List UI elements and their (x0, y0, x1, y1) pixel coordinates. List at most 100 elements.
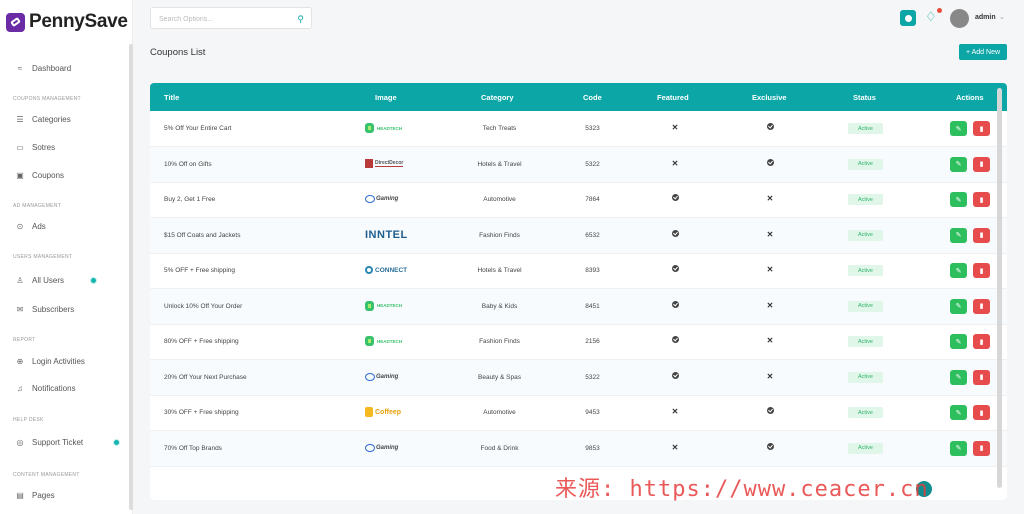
brand-logo: HEADTECH (365, 300, 403, 311)
check-icon (671, 371, 679, 379)
sidebar-section-heading: COUPONS MANAGEMENT (13, 96, 81, 102)
check-icon (766, 407, 774, 414)
sidebar-item-label: Subscribers (32, 305, 75, 314)
edit-button[interactable]: ✎ (950, 334, 967, 349)
delete-button[interactable]: ▮ (973, 334, 990, 349)
avatar[interactable] (950, 9, 969, 28)
exclusive-indicator: ✕ (755, 336, 785, 345)
globe-icon[interactable] (900, 10, 916, 26)
coupons-table: Title Image Category Code Featured Exclu… (150, 83, 1007, 500)
sidebar-item-label: All Users (32, 276, 65, 285)
sidebar-section-heading: REPORT (13, 337, 36, 343)
cross-icon: ✕ (766, 371, 774, 381)
sidebar-item-label: Ads (32, 222, 46, 231)
coupon-category: Fashion Finds (479, 231, 520, 239)
sidebar-item-support-ticket[interactable]: ◎ Support Ticket (16, 438, 84, 447)
edit-button[interactable]: ✎ (950, 405, 967, 420)
sidebar-section-heading: USERS MANAGEMENT (13, 254, 73, 260)
column-featured: Featured (657, 93, 689, 102)
table-row: 5% OFF + Free shipping CONNECT Hotels & Tr… (150, 253, 1007, 289)
logo-text: Coffeep (375, 408, 402, 416)
coupon-title: 20% Off Your Next Purchase (164, 373, 247, 381)
coupon-image: Gaming (365, 370, 411, 384)
sidebar-section-heading: CONTENT MANAGEMENT (13, 472, 80, 478)
brand-logo: Gaming (365, 372, 399, 381)
chevron-down-icon[interactable]: ⌄ (999, 13, 1005, 21)
edit-button[interactable]: ✎ (950, 298, 967, 314)
edit-button[interactable]: ✎ (950, 192, 967, 207)
edit-button[interactable]: ✎ (950, 440, 967, 456)
edit-button[interactable]: ✎ (950, 227, 967, 243)
coupon-code: 9453 (585, 409, 600, 416)
app-logo[interactable]: PennySave (6, 11, 128, 33)
edit-button[interactable]: ✎ (950, 369, 967, 385)
status-dot (90, 277, 97, 284)
delete-button[interactable]: ▮ (973, 227, 990, 243)
coupon-category: Fashion Finds (479, 338, 520, 345)
coupon-category: Automotive (483, 409, 516, 416)
sidebar-item-pages[interactable]: ▤ Pages (16, 491, 54, 500)
coupon-code: 8393 (585, 267, 600, 274)
sidebar-item-dashboard[interactable]: ≈ Dashboard (16, 64, 71, 73)
search-icon[interactable]: ⚲ (297, 14, 304, 25)
search-input[interactable] (151, 9, 281, 30)
sidebar-item-categories[interactable]: ☰ Categories (16, 115, 70, 124)
column-category: Category (481, 93, 514, 102)
delete-button[interactable]: ▮ (973, 263, 990, 278)
logo-text: HEADTECH (377, 303, 403, 308)
logo-text: INNTEL (365, 228, 408, 241)
sidebar-scrollbar[interactable] (129, 44, 133, 510)
edit-icon: ✎ (955, 125, 962, 133)
delete-button[interactable]: ▮ (973, 298, 990, 314)
ads-icon: ⊙ (16, 222, 24, 231)
check-icon (671, 229, 679, 237)
sidebar-item-coupons[interactable]: ▣ Coupons (16, 171, 64, 180)
sidebar-item-notifications[interactable]: ♫ Notifications (16, 384, 76, 393)
sidebar-item-all-users[interactable]: ♙ All Users (16, 276, 64, 285)
list-icon: ☰ (16, 115, 24, 124)
delete-button[interactable]: ▮ (973, 440, 990, 456)
search-box: ⚲ (150, 7, 312, 30)
table-row: 5% Off Your Entire Cart HEADTECH Tech Trea… (150, 111, 1007, 147)
sidebar-item-ads[interactable]: ⊙ Ads (16, 222, 46, 231)
logo-text: Gaming (376, 373, 399, 380)
featured-indicator (660, 229, 690, 239)
coupon-title: 70% Off Top Brands (164, 444, 222, 452)
edit-icon: ✎ (955, 445, 962, 452)
edit-button[interactable]: ✎ (950, 156, 967, 172)
sidebar-item-label: Sotres (32, 143, 56, 152)
trash-icon: ▮ (979, 338, 984, 346)
coupon-title: 10% Off on Gifts (164, 160, 212, 168)
featured-indicator (660, 336, 690, 345)
user-name[interactable]: admin (975, 14, 996, 21)
coupon-code: 5323 (585, 125, 600, 132)
mail-icon: ✉ (16, 305, 24, 314)
featured-indicator: ✕ (660, 159, 690, 168)
delete-button[interactable]: ▮ (973, 369, 990, 385)
trash-icon: ▮ (979, 409, 984, 417)
sidebar-section-heading: AD MANAGEMENT (13, 203, 62, 209)
logo-text: HEADTECH (377, 338, 403, 344)
page-scrollbar[interactable] (997, 88, 1002, 488)
delete-button[interactable]: ▮ (973, 405, 990, 420)
edit-icon: ✎ (955, 374, 962, 381)
check-icon (766, 442, 774, 450)
sidebar-item-sotres[interactable]: ▭ Sotres (16, 143, 55, 152)
edit-button[interactable]: ✎ (950, 263, 967, 278)
notification-bell-icon[interactable]: ♢ (925, 9, 937, 25)
sidebar-item-subscribers[interactable]: ✉ Subscribers (16, 305, 75, 314)
coupon-image: Gaming (365, 192, 411, 206)
edit-button[interactable]: ✎ (950, 121, 967, 136)
exclusive-indicator (755, 123, 785, 132)
delete-button[interactable]: ▮ (973, 192, 990, 207)
coupon-category: Food & Drink (480, 444, 519, 452)
status-badge: Active (848, 371, 883, 383)
cross-icon: ✕ (766, 265, 774, 274)
login-icon: ⊕ (16, 357, 24, 366)
delete-button[interactable]: ▮ (973, 121, 990, 136)
sidebar-item-login-activities[interactable]: ⊕ Login Activities (16, 357, 85, 366)
cross-icon: ✕ (766, 229, 774, 239)
add-new-button[interactable]: + Add New (959, 44, 1007, 60)
status-badge: Active (848, 229, 883, 241)
delete-button[interactable]: ▮ (973, 156, 990, 172)
